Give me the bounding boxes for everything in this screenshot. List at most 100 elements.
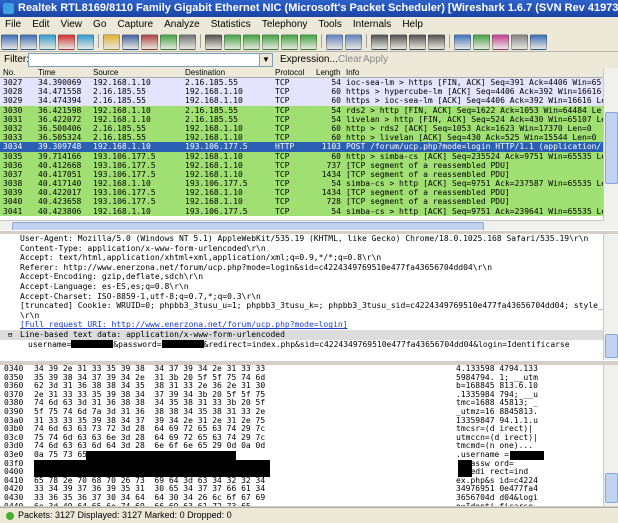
- packet-row[interactable]: 3038 40.417140 192.168.1.10 193.106.177.5 TC…: [0, 179, 604, 189]
- packet-row[interactable]: 3039 40.422017 193.106.177.5 192.168.1.10 TC…: [0, 188, 604, 198]
- menu-edit[interactable]: Edit: [32, 19, 49, 30]
- packet-row[interactable]: 3028 34.471558 2.16.185.55 192.168.1.10 TCP 6…: [0, 87, 604, 97]
- first-packet-icon[interactable]: [281, 34, 298, 50]
- packet-row[interactable]: 3041 40.423806 192.168.1.10 193.106.177.5 TC…: [0, 206, 604, 216]
- normal-size-icon[interactable]: [409, 34, 426, 50]
- packet-cell-no: 3041: [3, 206, 23, 216]
- bytes-scroll-thumb[interactable]: [605, 473, 618, 503]
- close-file-icon[interactable]: [141, 34, 158, 50]
- detail-line[interactable]: Accept: text/html,application/xhtml+xml,…: [0, 253, 604, 263]
- reload-icon[interactable]: [160, 34, 177, 50]
- details-scroll-thumb[interactable]: [605, 334, 618, 358]
- menu-analyze[interactable]: Analyze: [164, 19, 200, 30]
- packet-list-scroll-thumb[interactable]: [605, 112, 618, 184]
- packet-row[interactable]: 3027 34.390069 192.168.1.10 2.16.185.55 TCP 5…: [0, 78, 604, 88]
- menu-file[interactable]: File: [5, 19, 21, 30]
- packet-cell-time: 34.390069: [38, 78, 82, 87]
- detail-line[interactable]: Referer: http://www.enerzona.net/forum/u…: [0, 263, 604, 273]
- capture-options-icon[interactable]: [20, 34, 37, 50]
- menu-internals[interactable]: Internals: [353, 19, 391, 30]
- detail-line-text: \r\n: [20, 310, 40, 320]
- packet-row[interactable]: 3040 40.423658 193.106.177.5 192.168.1.10 TC…: [0, 197, 604, 207]
- filter-input[interactable]: [28, 53, 260, 67]
- packet-cell-src: 2.16.185.55: [93, 123, 146, 133]
- bytes-scrollbar[interactable]: [603, 365, 618, 506]
- menu-go[interactable]: Go: [93, 19, 106, 30]
- find-icon[interactable]: [205, 34, 222, 50]
- packet-row[interactable]: 3036 40.412668 193.106.177.5 192.168.1.10 TC…: [0, 160, 604, 170]
- packet-row[interactable]: 3032 36.500406 2.16.185.55 192.168.1.10 TCP 6…: [0, 123, 604, 134]
- save-file-icon[interactable]: [122, 34, 139, 50]
- autoscroll-icon[interactable]: [345, 34, 362, 50]
- detail-line[interactable]: Accept-Charset: ISO-8859-1,utf-8;q=0.7,*…: [0, 292, 604, 302]
- packet-cell-proto: TCP: [275, 78, 290, 87]
- restart-capture-icon[interactable]: [77, 34, 94, 50]
- resize-columns-icon[interactable]: [428, 34, 445, 50]
- col-header-info[interactable]: Info: [346, 68, 359, 77]
- interface-list-icon[interactable]: [1, 34, 18, 50]
- col-header-source[interactable]: Source: [93, 68, 118, 77]
- menu-capture[interactable]: Capture: [117, 19, 153, 30]
- title-bar[interactable]: Realtek RTL8169/8110 Family Gigabit Ethe…: [0, 0, 618, 17]
- goto-icon[interactable]: [262, 34, 279, 50]
- packet-row[interactable]: 3030 36.421598 192.168.1.10 2.16.185.55 TCP 5…: [0, 105, 604, 115]
- open-file-icon[interactable]: [103, 34, 120, 50]
- colorize-icon[interactable]: [326, 34, 343, 50]
- status-indicator-icon[interactable]: [6, 511, 14, 520]
- packet-row[interactable]: 3037 40.417051 193.106.177.5 192.168.1.10 TC…: [0, 169, 604, 180]
- help-icon[interactable]: [530, 34, 547, 50]
- detail-line[interactable]: Accept-Language: es-ES,es;q=0.8\r\n: [0, 282, 604, 292]
- detail-line[interactable]: \r\n: [0, 311, 604, 321]
- col-header-protocol[interactable]: Protocol: [275, 68, 304, 77]
- forward-icon[interactable]: [243, 34, 260, 50]
- menu-view[interactable]: View: [60, 19, 82, 30]
- packet-cell-src: 192.168.1.10: [93, 78, 151, 87]
- packet-cell-no: 3029: [3, 96, 23, 106]
- expression-button[interactable]: Expression...: [280, 54, 338, 65]
- detail-line[interactable]: User-Agent: Mozilla/5.0 (Windows NT 5.1)…: [0, 234, 604, 244]
- detail-line[interactable]: Content-Type: application/x-www-form-url…: [0, 244, 604, 254]
- zoom-in-icon[interactable]: [371, 34, 388, 50]
- start-capture-icon[interactable]: [39, 34, 56, 50]
- packet-bytes-pane: 0340 34 39 2e 31 33 35 39 38 34 37 39 34 …: [0, 365, 604, 506]
- apply-button[interactable]: Apply: [363, 54, 388, 65]
- filter-toolbar: Filter: ▼ Expression... Clear Apply: [0, 52, 618, 68]
- packet-cell-dst: 192.168.1.10: [185, 188, 243, 198]
- menu-help[interactable]: Help: [402, 19, 423, 30]
- packet-list-scrollbar[interactable]: [603, 68, 618, 230]
- col-header-time[interactable]: Time: [38, 68, 55, 77]
- hex-line[interactable]: 0440 6e 3d 49 64 65 6e 74 69 66 69 63 61 …: [0, 502, 604, 506]
- stop-capture-icon[interactable]: [58, 34, 75, 50]
- detail-section-header[interactable]: ⊟ Line-based text data: application/x-www…: [0, 329, 604, 341]
- packet-cell-len: 60: [331, 87, 341, 97]
- detail-line[interactable]: [truncated] Cookie: WRUID=0; phpbb3_3tus…: [0, 301, 604, 311]
- zoom-out-icon[interactable]: [390, 34, 407, 50]
- packet-row[interactable]: 3029 34.474394 2.16.185.55 192.168.1.10 TCP 6…: [0, 96, 604, 106]
- menu-statistics[interactable]: Statistics: [211, 19, 251, 30]
- packet-row[interactable]: 3031 36.422072 192.168.1.10 2.16.185.55 TCP 5…: [0, 114, 604, 124]
- packet-row[interactable]: 3034 39.309748 192.168.1.10 193.106.177.5 HT…: [0, 142, 604, 152]
- clear-button[interactable]: Clear: [338, 54, 362, 65]
- col-header-destination[interactable]: Destination: [185, 68, 225, 77]
- col-header-length[interactable]: Length: [316, 68, 340, 77]
- filter-dropdown-icon[interactable]: ▼: [259, 53, 273, 67]
- back-icon[interactable]: [224, 34, 241, 50]
- packet-cell-proto: TCP: [275, 151, 290, 161]
- details-scrollbar[interactable]: [603, 234, 618, 360]
- form-data-line[interactable]: username= &password= &redirect=index.php&s…: [0, 340, 604, 350]
- col-header-no[interactable]: No.: [3, 68, 15, 77]
- menu-telephony[interactable]: Telephony: [262, 19, 308, 30]
- print-icon[interactable]: [179, 34, 196, 50]
- packet-row[interactable]: 3035 39.714166 193.106.177.5 192.168.1.10 TC…: [0, 151, 604, 161]
- packet-row[interactable]: 3033 36.505324 2.16.185.55 192.168.1.10 TCP 6…: [0, 133, 604, 143]
- capture-filters-icon[interactable]: [454, 34, 471, 50]
- detail-line[interactable]: [Full request URI: http://www.enerzona.n…: [0, 320, 604, 330]
- tree-collapse-icon[interactable]: ⊟: [8, 331, 16, 341]
- packet-cell-no: 3032: [3, 123, 23, 133]
- menu-tools[interactable]: Tools: [318, 19, 341, 30]
- last-packet-icon[interactable]: [300, 34, 317, 50]
- preferences-icon[interactable]: [511, 34, 528, 50]
- coloring-rules-icon[interactable]: [492, 34, 509, 50]
- detail-line[interactable]: Accept-Encoding: gzip,deflate,sdch\r\n: [0, 272, 604, 282]
- display-filters-icon[interactable]: [473, 34, 490, 50]
